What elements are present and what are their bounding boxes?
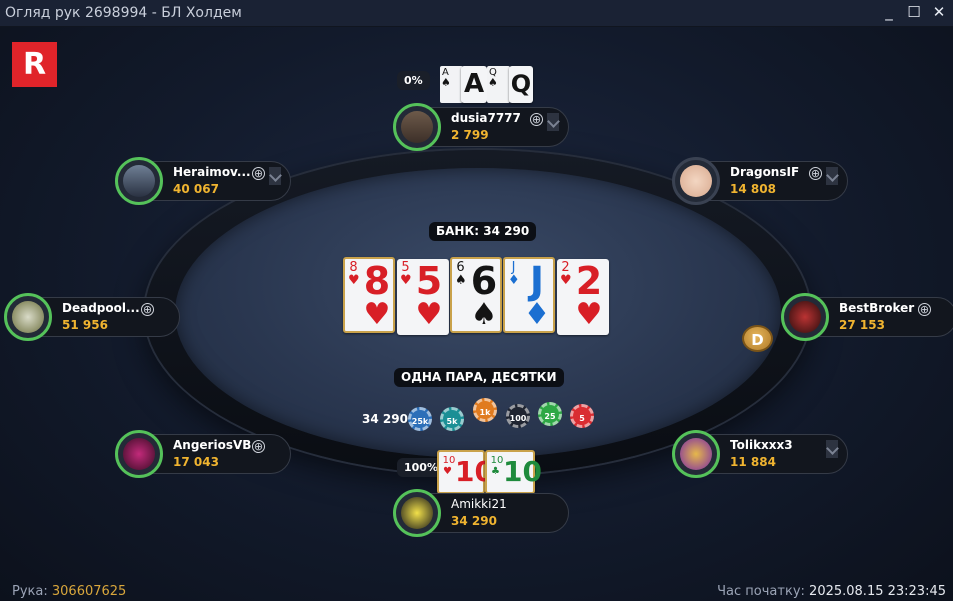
add-note-icon[interactable]: ⊕ [918,303,931,316]
player-stack: 51 956 [62,318,108,332]
heart-icon: ♥ [415,297,443,332]
add-note-icon[interactable]: ⊕ [530,113,543,126]
equity-badge: 0% [397,71,430,90]
bookmark-icon[interactable] [826,440,838,458]
chip-1k-icon: 1k [473,398,497,422]
seat-dusia7777[interactable]: dusia7777 2 799 ⊕ [393,103,573,151]
seat-deadpool[interactable]: Deadpool... 51 956 ⊕ [4,293,184,341]
hole-card: A ♠ [440,66,463,103]
chip-100-icon: 100 [506,404,530,428]
avatar [115,157,163,205]
player-name: Tolikxxx3 [730,438,793,452]
seat-heraimov[interactable]: Heraimov... 40 067 ⊕ [115,157,295,205]
player-stack: 2 799 [451,128,489,142]
player-stack: 34 290 [451,514,497,528]
avatar [672,430,720,478]
add-note-icon[interactable]: ⊕ [141,303,154,316]
spade-icon: ♠ [470,297,498,332]
club-icon: ♣ [491,466,500,477]
hand-id-value: 306607625 [51,584,127,599]
bookmark-icon[interactable] [269,167,281,185]
spade-icon: ♠ [441,76,451,89]
board-card: 8 ♥ 8 ♥ [343,257,395,333]
player-name: BestBroker [839,301,915,315]
avatar [781,293,829,341]
avatar [4,293,52,341]
diamond-icon: ♦ [523,297,551,332]
chip-25k-icon: 25k [408,407,432,431]
seat-bestbroker[interactable]: BestBroker 27 153 ⊕ [781,293,953,341]
hero-hole-card: 10 ♣ 10 [485,450,542,494]
seat-angeriosvb[interactable]: AngeriosVB 17 043 ⊕ [115,430,295,478]
player-name: Amikki21 [451,497,507,511]
board-card: 2 ♥ 2 ♥ [557,259,609,335]
start-time-label: Час початку: [717,584,805,599]
heart-icon: ♥ [363,297,391,332]
avatar [672,157,720,205]
start-time-value: 2025.08.15 23:23:45 [809,584,946,599]
hand-result-label: ОДНА ПАРА, ДЕСЯТКИ [394,368,564,387]
add-note-icon[interactable]: ⊕ [809,167,822,180]
player-stack: 14 808 [730,182,776,196]
chip-5-icon: 5 [570,404,594,428]
hole-card: Q [509,66,533,103]
title-bar: Огляд рук 2698994 - БЛ Холдем _ ☐ ✕ [0,0,953,27]
pot-label: БАНК: 34 290 [429,222,537,241]
hand-id-label: Рука: [12,584,48,599]
window-controls: _ ☐ ✕ [881,3,947,21]
start-time-info: Час початку: 2025.08.15 23:23:45 [717,584,946,599]
bookmark-icon[interactable] [547,113,559,131]
add-note-icon[interactable]: ⊕ [252,440,265,453]
spade-icon: ♠ [488,76,498,89]
seat-dragonsif[interactable]: DragonsIF 14 808 ⊕ [672,157,852,205]
minimize-button[interactable]: _ [881,3,897,21]
avatar [393,489,441,537]
maximize-button[interactable]: ☐ [906,3,922,21]
player-stack: 17 043 [173,455,219,469]
brand-logo: R [12,42,57,87]
board-card: 5 ♥ 5 ♥ [397,259,449,335]
chip-25-icon: 25 [538,402,562,426]
card-rank: Q [510,70,532,98]
chip-5k-icon: 5k [440,407,464,431]
player-name: DragonsIF [730,165,800,179]
close-button[interactable]: ✕ [931,3,947,21]
hero-hole-card: 10 ♥ 10 [437,450,494,494]
seat-tolikxxx3[interactable]: Tolikxxx3 11 884 ⊕ [672,430,852,478]
player-name: dusia7777 [451,111,521,125]
dealer-button-icon: D [742,325,773,352]
board-card: J ♦ J ♦ [503,257,555,333]
window-title: Огляд рук 2698994 - БЛ Холдем [5,5,242,21]
hole-card: Q ♠ [487,66,510,103]
card-rank: A [463,69,485,99]
heart-icon: ♥ [575,297,603,332]
hole-card: A [461,66,487,103]
player-name: Heraimov... [173,165,251,179]
card-rank: 10 [503,455,542,488]
hand-id-info: Рука: 306607625 [12,584,126,599]
board-card: 6 ♠ 6 ♠ [450,257,502,333]
player-stack: 11 884 [730,455,776,469]
player-stack: 40 067 [173,182,219,196]
player-stack: 27 153 [839,318,885,332]
player-name: AngeriosVB [173,438,252,452]
avatar [393,103,441,151]
player-name: Deadpool... [62,301,140,315]
seat-amikki21[interactable]: Amikki21 34 290 [393,489,573,537]
heart-icon: ♥ [443,466,452,477]
bet-amount: 34 290 [362,412,408,426]
bookmark-icon[interactable] [826,167,838,185]
card-rank: 10 [455,455,494,488]
avatar [115,430,163,478]
add-note-icon[interactable]: ⊕ [252,167,265,180]
